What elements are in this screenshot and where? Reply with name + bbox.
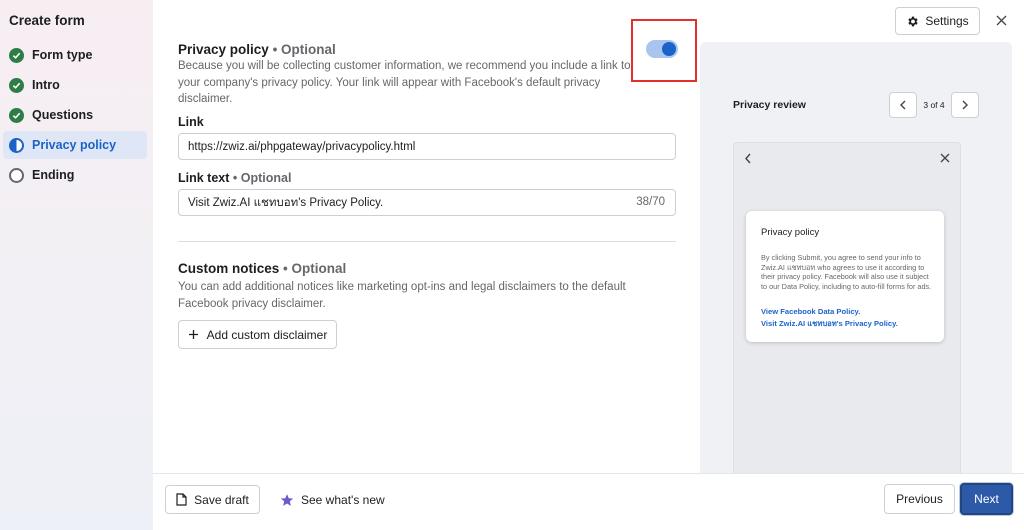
privacy-policy-card: Privacy policy By clicking Submit, you a… bbox=[746, 211, 944, 342]
step-label: Intro bbox=[32, 78, 60, 92]
preview-page-indicator: 3 of 4 bbox=[923, 100, 945, 110]
next-label: Next bbox=[974, 492, 999, 506]
step-questions[interactable]: Questions bbox=[3, 101, 147, 129]
link-text-heading: Link text bbox=[178, 171, 230, 185]
whats-new-link[interactable]: See what's new bbox=[280, 485, 385, 514]
step-label: Form type bbox=[32, 48, 93, 62]
preview-prev-button[interactable] bbox=[889, 92, 917, 118]
optional-tag: • Optional bbox=[272, 42, 336, 57]
previous-label: Previous bbox=[896, 492, 943, 506]
check-icon bbox=[9, 77, 24, 93]
check-icon bbox=[9, 107, 24, 123]
link-text-input[interactable]: Visit Zwiz.AI แชทบอท's Privacy Policy. 3… bbox=[178, 189, 676, 216]
preview-title: Privacy review bbox=[733, 99, 806, 111]
save-draft-button[interactable]: Save draft bbox=[165, 485, 260, 514]
add-custom-disclaimer-button[interactable]: Add custom disclaimer bbox=[178, 320, 337, 349]
check-icon bbox=[9, 47, 24, 63]
next-button[interactable]: Next bbox=[960, 483, 1013, 515]
link-input-value: https://zwiz.ai/phpgateway/privacypolicy… bbox=[188, 140, 416, 153]
card-title: Privacy policy bbox=[761, 227, 820, 238]
sidebar: Create form Form type Intro Questions Pr… bbox=[0, 0, 153, 530]
custom-notices-description: You can add additional notices like mark… bbox=[178, 281, 626, 310]
sidebar-title: Create form bbox=[9, 13, 85, 28]
custom-notices-heading: Custom notices bbox=[178, 261, 280, 276]
step-privacy-policy[interactable]: Privacy policy bbox=[3, 131, 147, 159]
link-input[interactable]: https://zwiz.ai/phpgateway/privacypolicy… bbox=[178, 133, 676, 160]
chevron-left-icon bbox=[900, 100, 906, 110]
privacy-policy-toggle[interactable] bbox=[646, 40, 678, 58]
in-progress-icon bbox=[9, 137, 24, 153]
toggle-knob bbox=[662, 42, 676, 56]
step-form-type[interactable]: Form type bbox=[3, 41, 147, 69]
chevron-right-icon bbox=[962, 100, 968, 110]
card-text: By clicking Submit, you agree to send yo… bbox=[761, 253, 932, 291]
chevron-left-icon[interactable] bbox=[744, 153, 752, 164]
settings-label: Settings bbox=[925, 14, 969, 28]
facebook-data-policy-link[interactable]: View Facebook Data Policy. bbox=[761, 307, 860, 316]
step-intro[interactable]: Intro bbox=[3, 71, 147, 99]
optional-tag: • Optional bbox=[232, 171, 292, 185]
save-draft-label: Save draft bbox=[194, 492, 249, 507]
plus-icon bbox=[188, 330, 198, 339]
preview-next-button[interactable] bbox=[951, 92, 979, 118]
custom-notices-title: Custom notices • Optional bbox=[178, 261, 346, 276]
optional-tag: • Optional bbox=[283, 261, 347, 276]
privacy-policy-description: Because you will be collecting customer … bbox=[178, 60, 631, 105]
gear-icon bbox=[908, 16, 918, 26]
step-label: Privacy policy bbox=[32, 138, 117, 152]
char-counter: 38/70 bbox=[636, 196, 665, 208]
step-label: Questions bbox=[32, 108, 94, 122]
privacy-policy-heading: Privacy policy bbox=[178, 42, 269, 57]
step-ending[interactable]: Ending bbox=[3, 161, 147, 189]
link-text-label: Link text • Optional bbox=[178, 171, 291, 185]
link-label: Link bbox=[178, 115, 204, 129]
document-icon bbox=[176, 493, 187, 506]
section-divider bbox=[178, 241, 676, 242]
whats-new-label: See what's new bbox=[301, 492, 385, 507]
previous-button[interactable]: Previous bbox=[884, 484, 955, 514]
pending-circle-icon bbox=[9, 167, 24, 183]
step-label: Ending bbox=[32, 168, 75, 182]
link-text-input-value: Visit Zwiz.AI แชทบอท's Privacy Policy. bbox=[188, 196, 384, 209]
close-icon[interactable] bbox=[940, 153, 950, 163]
star-icon bbox=[280, 493, 294, 506]
company-privacy-policy-link[interactable]: Visit Zwiz.AI แชทบอท's Privacy Policy. bbox=[761, 318, 898, 330]
add-custom-disclaimer-label: Add custom disclaimer bbox=[206, 327, 328, 342]
close-icon[interactable] bbox=[996, 15, 1007, 26]
privacy-policy-title: Privacy policy • Optional bbox=[178, 42, 336, 57]
settings-button[interactable]: Settings bbox=[895, 7, 980, 35]
